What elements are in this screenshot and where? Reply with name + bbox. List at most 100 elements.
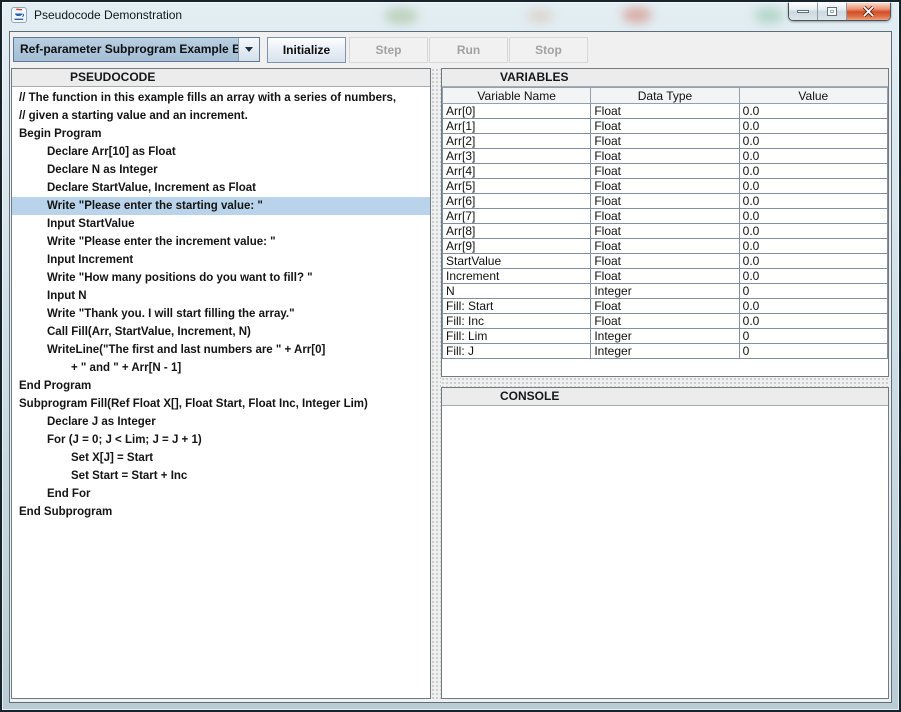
- code-line[interactable]: Declare Arr[10] as Float: [12, 143, 430, 161]
- table-row[interactable]: Fill: IncFloat0.0: [443, 314, 888, 329]
- table-cell: Integer: [591, 329, 739, 344]
- glass-reflection: [527, 10, 553, 22]
- code-line[interactable]: Input Increment: [12, 251, 430, 269]
- table-cell: 0: [739, 344, 887, 359]
- table-row[interactable]: Fill: LimInteger0: [443, 329, 888, 344]
- table-cell: StartValue: [443, 254, 591, 269]
- table-cell: Fill: Inc: [443, 314, 591, 329]
- code-line[interactable]: Declare J as Integer: [12, 413, 430, 431]
- code-line[interactable]: Declare StartValue, Increment as Float: [12, 179, 430, 197]
- example-selector-value: Ref-parameter Subprogram Example B: [14, 38, 238, 61]
- table-row[interactable]: Arr[2]Float0.0: [443, 134, 888, 149]
- table-row[interactable]: Fill: JInteger0: [443, 344, 888, 359]
- code-line[interactable]: Write "How many positions do you want to…: [12, 269, 430, 287]
- maximize-icon: [827, 7, 837, 16]
- code-line[interactable]: Subprogram Fill(Ref Float X[], Float Sta…: [12, 395, 430, 413]
- code-line[interactable]: Call Fill(Arr, StartValue, Increment, N): [12, 323, 430, 341]
- minimize-button[interactable]: [789, 2, 818, 20]
- glass-reflection: [754, 8, 784, 23]
- column-header[interactable]: Data Type: [591, 88, 739, 104]
- table-cell: Float: [591, 119, 739, 134]
- console-header: CONSOLE: [442, 388, 888, 406]
- table-row[interactable]: Arr[1]Float0.0: [443, 119, 888, 134]
- code-line[interactable]: // The function in this example fills an…: [12, 89, 430, 107]
- column-header[interactable]: Variable Name: [443, 88, 591, 104]
- console-output[interactable]: [442, 406, 888, 698]
- code-line[interactable]: WriteLine("The first and last numbers ar…: [12, 341, 430, 359]
- java-app-icon: [11, 7, 27, 23]
- stop-button[interactable]: Stop: [509, 37, 588, 63]
- table-row[interactable]: Arr[8]Float0.0: [443, 224, 888, 239]
- table-cell: Float: [591, 134, 739, 149]
- run-button[interactable]: Run: [429, 37, 508, 63]
- table-cell: 0.0: [739, 164, 887, 179]
- step-button[interactable]: Step: [349, 37, 428, 63]
- code-line[interactable]: // given a starting value and an increme…: [12, 107, 430, 125]
- variables-panel: VARIABLES Variable NameData TypeValue Ar…: [441, 68, 889, 377]
- table-row[interactable]: Arr[6]Float0.0: [443, 194, 888, 209]
- code-line[interactable]: Write "Please enter the starting value: …: [12, 197, 430, 215]
- table-cell: Float: [591, 299, 739, 314]
- code-line[interactable]: For (J = 0; J < Lim; J = J + 1): [12, 431, 430, 449]
- maximize-button[interactable]: [818, 2, 847, 20]
- code-line[interactable]: Set Start = Start + Inc: [12, 467, 430, 485]
- table-cell: 0.0: [739, 224, 887, 239]
- code-line[interactable]: Input StartValue: [12, 215, 430, 233]
- table-cell: Float: [591, 254, 739, 269]
- table-row[interactable]: StartValueFloat0.0: [443, 254, 888, 269]
- close-icon: [862, 6, 875, 17]
- table-cell: Arr[2]: [443, 134, 591, 149]
- table-cell: Arr[4]: [443, 164, 591, 179]
- table-cell: Float: [591, 239, 739, 254]
- horizontal-splitter[interactable]: [441, 377, 889, 387]
- vertical-splitter[interactable]: [431, 68, 441, 699]
- table-row[interactable]: Arr[5]Float0.0: [443, 179, 888, 194]
- table-row[interactable]: Arr[4]Float0.0: [443, 164, 888, 179]
- variables-table: Variable NameData TypeValue Arr[0]Float0…: [442, 87, 888, 359]
- code-line[interactable]: Declare N as Integer: [12, 161, 430, 179]
- table-cell: 0.0: [739, 299, 887, 314]
- table-cell: Arr[7]: [443, 209, 591, 224]
- table-row[interactable]: Arr[3]Float0.0: [443, 149, 888, 164]
- close-button[interactable]: [847, 2, 890, 20]
- table-cell: Arr[6]: [443, 194, 591, 209]
- table-cell: Float: [591, 194, 739, 209]
- code-line[interactable]: End For: [12, 485, 430, 503]
- table-cell: Float: [591, 314, 739, 329]
- code-line[interactable]: Input N: [12, 287, 430, 305]
- table-cell: 0.0: [739, 209, 887, 224]
- column-header[interactable]: Value: [739, 88, 887, 104]
- initialize-button[interactable]: Initialize: [267, 37, 346, 63]
- table-cell: Float: [591, 179, 739, 194]
- table-cell: Arr[0]: [443, 104, 591, 119]
- table-row[interactable]: Arr[0]Float0.0: [443, 104, 888, 119]
- table-row[interactable]: NInteger0: [443, 284, 888, 299]
- table-row[interactable]: Arr[9]Float0.0: [443, 239, 888, 254]
- table-row[interactable]: Arr[7]Float0.0: [443, 209, 888, 224]
- code-line[interactable]: Begin Program: [12, 125, 430, 143]
- table-cell: Float: [591, 149, 739, 164]
- title-bar[interactable]: Pseudocode Demonstration: [2, 2, 899, 29]
- code-line[interactable]: End Subprogram: [12, 503, 430, 521]
- code-line[interactable]: End Program: [12, 377, 430, 395]
- client-area: Ref-parameter Subprogram Example B Initi…: [9, 31, 892, 703]
- table-row[interactable]: Fill: StartFloat0.0: [443, 299, 888, 314]
- table-row[interactable]: IncrementFloat0.0: [443, 269, 888, 284]
- window-title: Pseudocode Demonstration: [34, 2, 182, 29]
- pseudocode-lines[interactable]: // The function in this example fills an…: [12, 87, 430, 698]
- glass-reflection: [622, 7, 652, 23]
- table-cell: 0.0: [739, 254, 887, 269]
- code-line[interactable]: Write "Thank you. I will start filling t…: [12, 305, 430, 323]
- chevron-down-icon[interactable]: [238, 38, 259, 61]
- code-line[interactable]: Set X[J] = Start: [12, 449, 430, 467]
- table-cell: Float: [591, 104, 739, 119]
- variables-table-header-row: Variable NameData TypeValue: [443, 88, 888, 104]
- right-column: VARIABLES Variable NameData TypeValue Ar…: [441, 68, 889, 699]
- code-line[interactable]: + " and " + Arr[N - 1]: [12, 359, 430, 377]
- code-line[interactable]: Write "Please enter the increment value:…: [12, 233, 430, 251]
- variables-header: VARIABLES: [442, 69, 888, 87]
- table-cell: 0.0: [739, 134, 887, 149]
- example-selector[interactable]: Ref-parameter Subprogram Example B: [13, 37, 260, 62]
- pseudocode-panel: PSEUDOCODE // The function in this examp…: [11, 68, 431, 699]
- table-cell: 0.0: [739, 149, 887, 164]
